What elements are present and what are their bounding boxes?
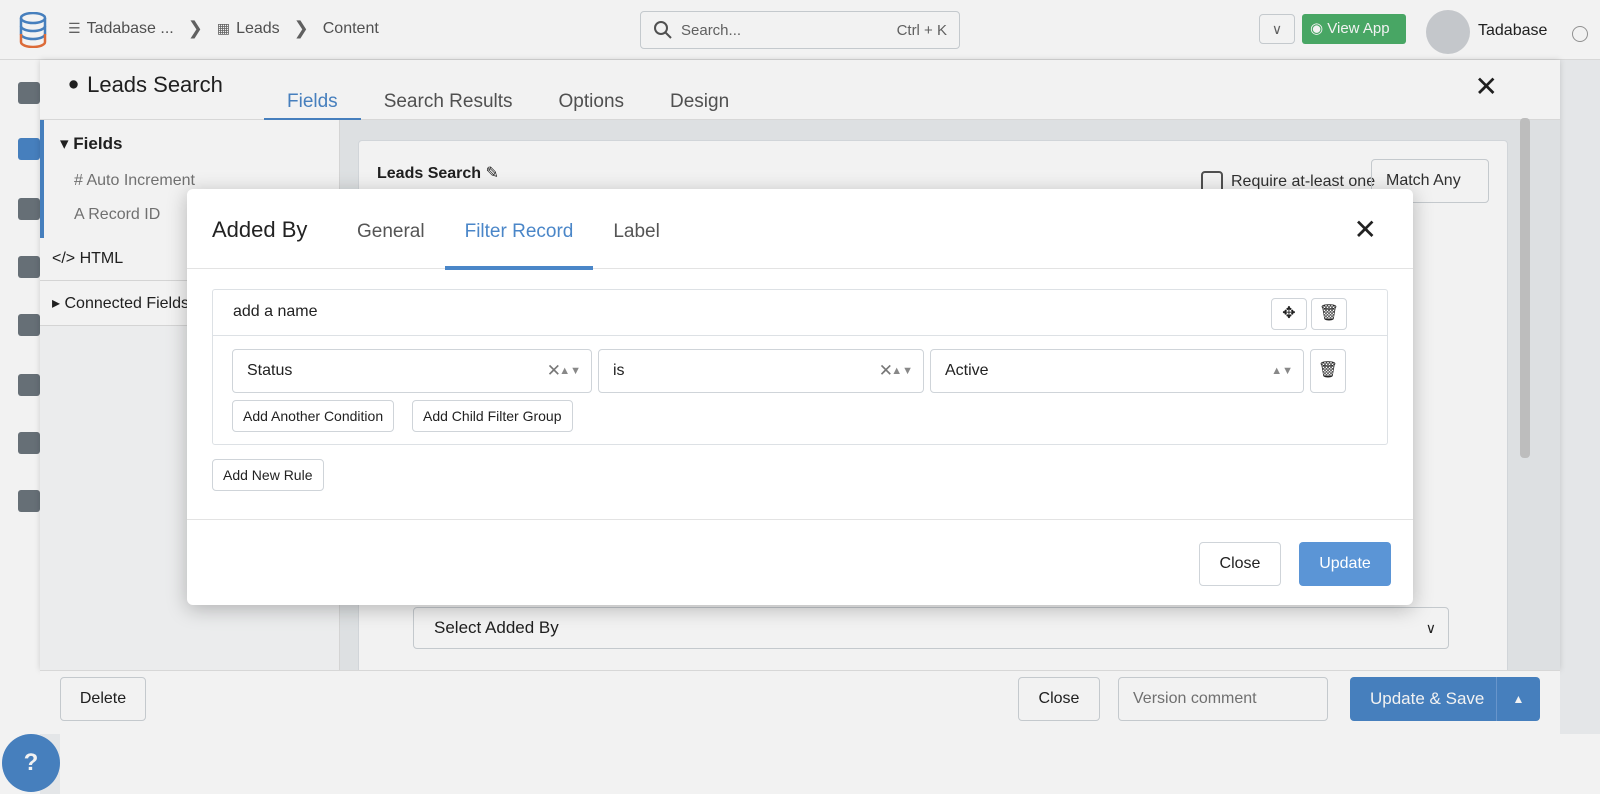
modal-update-button[interactable]: Update: [1299, 542, 1391, 586]
modal-title: Added By: [212, 217, 308, 242]
condition-value-select[interactable]: Active ▲▼: [930, 349, 1304, 393]
add-new-rule-button[interactable]: Add New Rule: [212, 459, 324, 491]
tab-general[interactable]: General: [337, 189, 445, 269]
condition-field-select[interactable]: Status ✕ ▲▼: [232, 349, 592, 393]
rule-name-input[interactable]: add a name: [233, 303, 318, 321]
add-child-filter-group-button[interactable]: Add Child Filter Group: [412, 400, 573, 432]
add-another-condition-button[interactable]: Add Another Condition: [232, 400, 395, 432]
filter-rule: add a name ✥ 🗑 Status ✕ ▲▼ is ✕ ▲▼ Activ…: [212, 289, 1388, 445]
filter-modal: Added By General Filter Record Label ✕ a…: [187, 189, 1413, 605]
sort-arrows-icon: ▲▼: [1271, 365, 1293, 377]
move-icon[interactable]: ✥: [1271, 298, 1307, 330]
sort-arrows-icon: ▲▼: [559, 365, 581, 377]
condition-value-value: Active: [945, 362, 989, 379]
close-icon[interactable]: ✕: [1354, 213, 1377, 246]
modal-header: Added By General Filter Record Label ✕: [187, 189, 1413, 270]
trash-icon[interactable]: 🗑: [1311, 298, 1347, 330]
condition-field-value: Status: [247, 362, 293, 379]
condition-operator-select[interactable]: is ✕ ▲▼: [598, 349, 924, 393]
modal-close-button[interactable]: Close: [1199, 542, 1281, 586]
tab-label[interactable]: Label: [593, 189, 680, 269]
modal-tabs: General Filter Record Label: [337, 189, 680, 270]
modal-footer: Close Update: [187, 519, 1413, 605]
condition-operator-value: is: [613, 362, 625, 379]
rule-header: add a name ✥ 🗑: [213, 290, 1387, 336]
sort-arrows-icon: ▲▼: [891, 365, 913, 377]
trash-icon[interactable]: 🗑: [1310, 349, 1346, 393]
tab-filter-record[interactable]: Filter Record: [444, 189, 594, 270]
